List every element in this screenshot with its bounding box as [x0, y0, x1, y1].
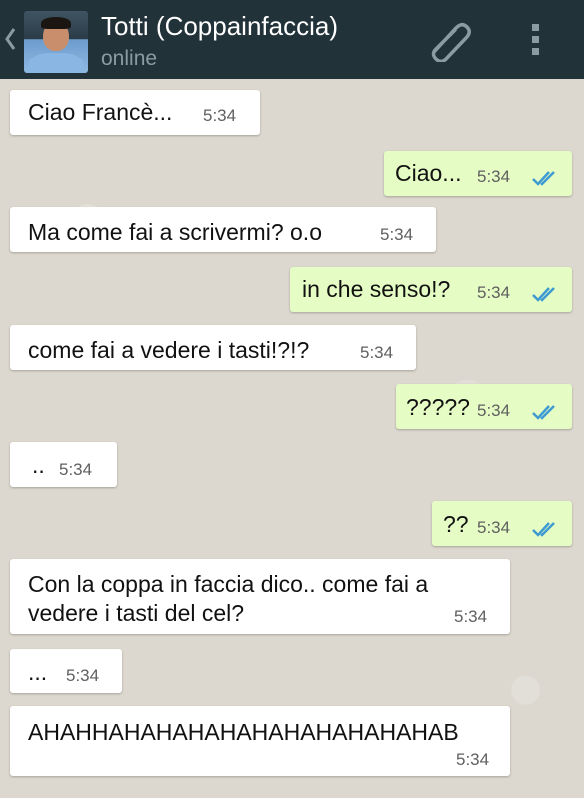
message-time: 5:34 [454, 607, 488, 626]
message-incoming[interactable]: Con la coppa in faccia dico.. come fai a… [10, 559, 510, 634]
message-time: 5:34 [477, 401, 511, 420]
message-text: in che senso!? [302, 276, 451, 302]
message-text-line-1: Con la coppa in faccia dico.. come fai a [28, 571, 429, 597]
message-text-line-2: vedere i tasti del cel? [28, 600, 245, 626]
contact-status: online [101, 47, 158, 70]
message-text: AHAHHAHAHAHAHAHAHAHAHAHAHAB [28, 719, 459, 745]
chat-header: Totti (Coppainfaccia) online [0, 0, 584, 79]
message-text: Ma come fai a scrivermi? o.o [28, 219, 322, 245]
message-incoming[interactable]: AHAHHAHAHAHAHAHAHAHAHAHAHAB 5:34 [10, 706, 510, 776]
overflow-menu-icon[interactable] [532, 24, 542, 56]
read-receipt-icon [532, 522, 555, 537]
message-time: 5:34 [66, 666, 100, 685]
read-receipt-icon [532, 287, 555, 302]
message-text: .. [32, 452, 45, 478]
message-time: 5:34 [477, 167, 511, 186]
message-outgoing[interactable]: Ciao... 5:34 [384, 151, 572, 196]
message-incoming[interactable]: ... 5:34 [10, 649, 122, 693]
message-time: 5:34 [59, 460, 93, 479]
message-time: 5:34 [456, 750, 490, 769]
message-time: 5:34 [360, 343, 394, 362]
message-incoming[interactable]: come fai a vedere i tasti!?!? 5:34 [10, 325, 416, 370]
message-time: 5:34 [203, 106, 237, 125]
message-text: Ciao... [395, 160, 462, 186]
paperclip-icon[interactable] [426, 18, 472, 62]
message-incoming[interactable]: .. 5:34 [10, 442, 117, 487]
message-time: 5:34 [477, 283, 511, 302]
read-receipt-icon [532, 405, 555, 420]
message-outgoing[interactable]: in che senso!? 5:34 [290, 267, 572, 312]
message-time: 5:34 [380, 225, 414, 244]
contact-name[interactable]: Totti (Coppainfaccia) [101, 11, 338, 42]
message-incoming[interactable]: Ciao Francè... 5:34 [10, 90, 260, 135]
message-outgoing[interactable]: ????? 5:34 [396, 384, 572, 429]
read-receipt-icon [532, 171, 555, 186]
message-text: ?? [443, 511, 469, 537]
message-time: 5:34 [477, 518, 511, 537]
back-chevron-icon[interactable] [3, 26, 17, 52]
message-incoming[interactable]: Ma come fai a scrivermi? o.o 5:34 [10, 207, 436, 252]
message-text: come fai a vedere i tasti!?!? [28, 337, 310, 363]
message-outgoing[interactable]: ?? 5:34 [432, 501, 572, 546]
contact-avatar[interactable] [24, 11, 88, 73]
chat-area: Ciao Francè... 5:34 Ciao... 5:34 Ma come… [0, 79, 584, 798]
message-text: ... [28, 659, 48, 685]
message-text: Ciao Francè... [28, 99, 173, 125]
message-text: ????? [406, 394, 470, 420]
